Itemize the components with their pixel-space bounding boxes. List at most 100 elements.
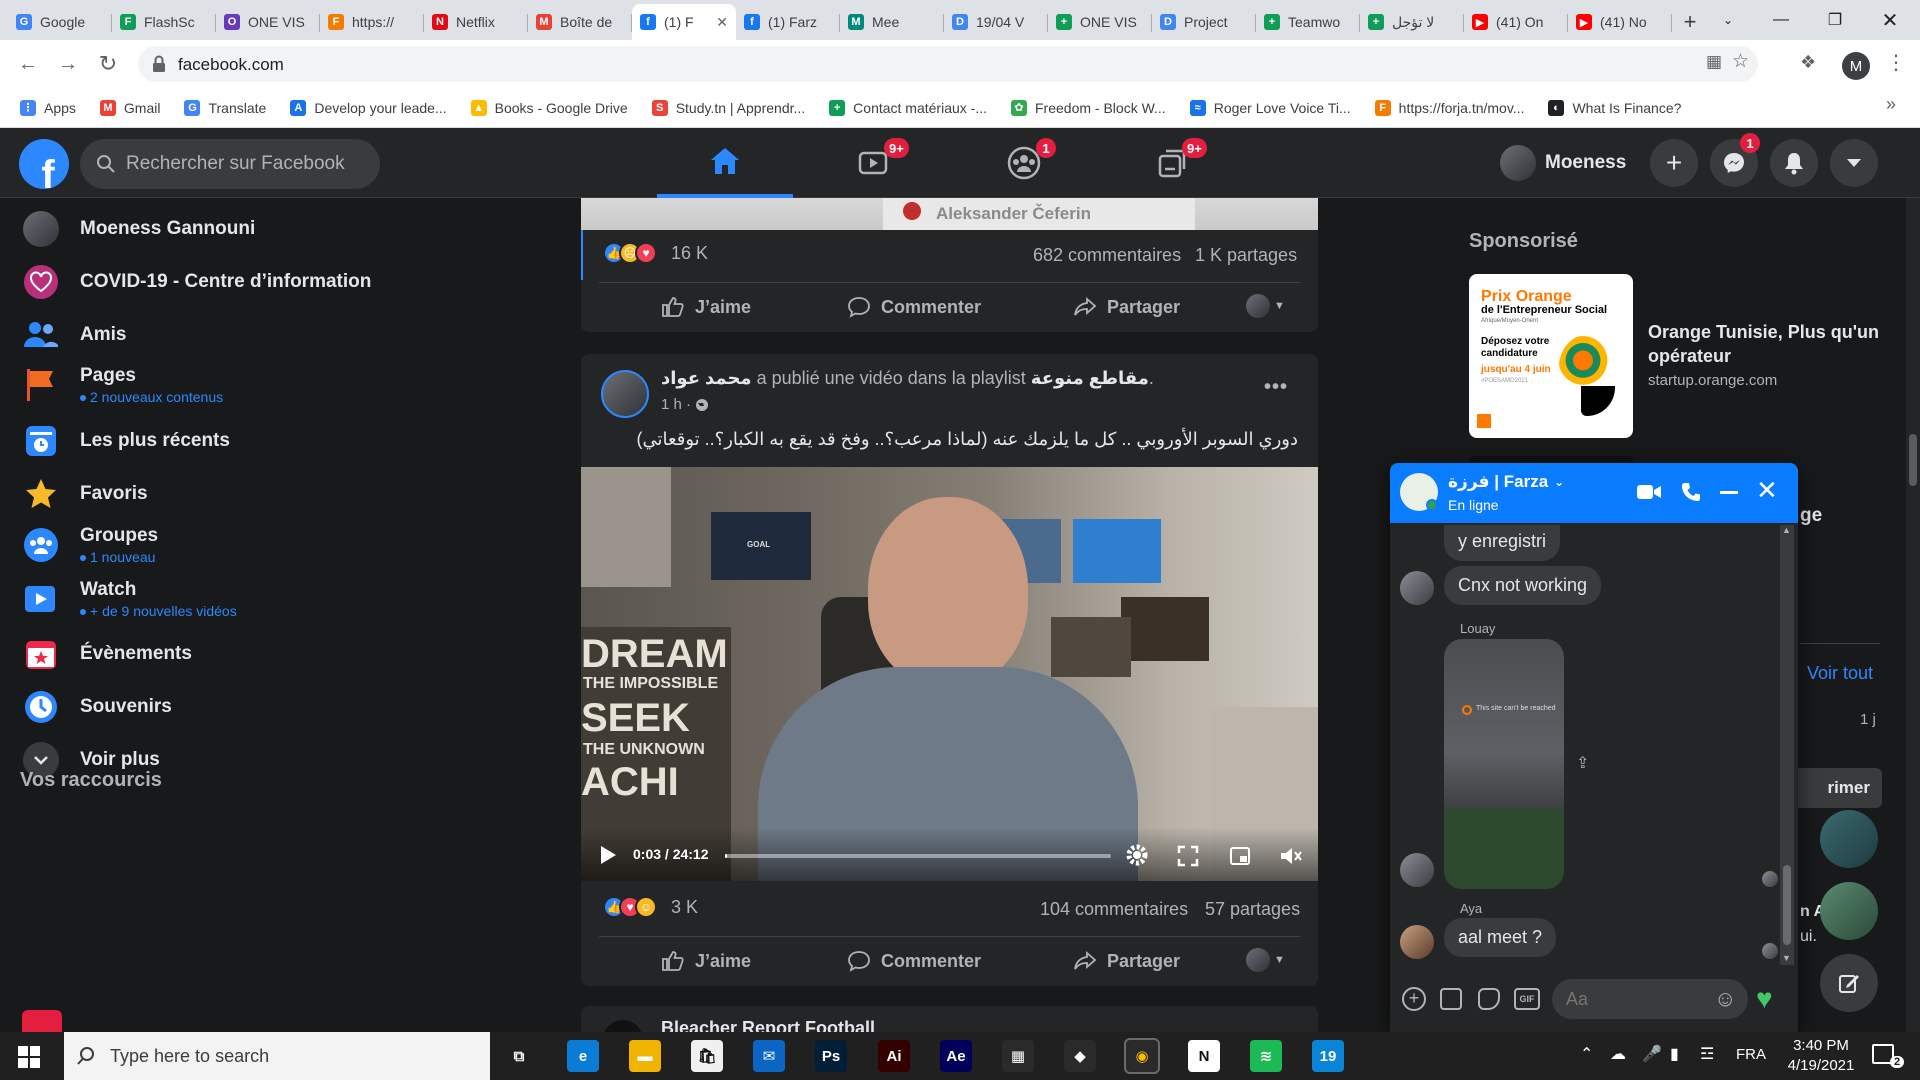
emoji-icon[interactable]: ☺ <box>1714 986 1736 1012</box>
tab-groups[interactable]: 1 <box>956 128 1092 198</box>
image-attachment[interactable]: This site can't be reached <box>1444 639 1564 889</box>
chat-scrollbar-thumb[interactable] <box>1783 865 1791 945</box>
tab-search-icon[interactable]: ⌄ <box>1700 0 1756 40</box>
bookmark-item[interactable]: Fhttps://forja.tn/mov... <box>1374 99 1524 116</box>
store-taskbar-icon[interactable]: 🛍 <box>691 1040 723 1072</box>
share-button[interactable]: Partager <box>1073 939 1180 983</box>
browser-tab[interactable]: ▶ (41) No <box>1568 4 1672 40</box>
browser-tab[interactable]: f (1) F ✕ <box>632 4 736 40</box>
app-colors-taskbar-icon[interactable]: ▦ <box>1002 1040 1034 1072</box>
tab-gaming[interactable]: 9+ <box>1104 128 1240 198</box>
photo-icon[interactable] <box>1440 988 1462 1010</box>
video-call-button[interactable] <box>1636 482 1662 507</box>
bookmark-item[interactable]: G Translate <box>184 99 266 116</box>
close-window-button[interactable]: ✕ <box>1862 0 1918 40</box>
see-all-link[interactable]: Voir tout <box>1807 663 1873 684</box>
more-actions-icon[interactable]: + <box>1402 987 1426 1011</box>
account-menu-button[interactable] <box>1830 139 1878 187</box>
notion-taskbar-icon[interactable]: N <box>1188 1040 1220 1072</box>
bookmark-item[interactable]: ◐ What Is Finance? <box>1548 99 1681 116</box>
scroll-down-icon[interactable]: ▼ <box>1782 953 1791 963</box>
bookmark-item[interactable]: A Develop your leade... <box>290 99 447 116</box>
audience-selector[interactable]: ▼ <box>1246 948 1285 972</box>
author-avatar[interactable] <box>603 1020 643 1032</box>
illustrator-taskbar-icon[interactable]: Ai <box>878 1040 910 1072</box>
bookmark-star-icon[interactable]: ☆ <box>1732 50 1749 73</box>
minimize-chat-button[interactable] <box>1720 491 1738 494</box>
close-chat-button[interactable]: ✕ <box>1756 477 1778 503</box>
battery-icon[interactable]: ▮ <box>1670 1044 1679 1064</box>
fullscreen-button[interactable] <box>1177 845 1199 872</box>
photoshop-taskbar-icon[interactable]: Ps <box>815 1040 847 1072</box>
bookmark-item[interactable]: ▲ Books - Google Drive <box>470 99 628 116</box>
browser-tab[interactable]: N Netflix <box>424 4 528 40</box>
ad-image[interactable]: Prix Orange de l'Entrepreneur Social Afr… <box>1469 274 1633 438</box>
sender-avatar[interactable] <box>1400 925 1434 959</box>
share-count[interactable]: 57 partages <box>1205 899 1300 920</box>
share-count[interactable]: 1 K partages <box>1195 245 1297 266</box>
voice-call-button[interactable] <box>1680 481 1702 508</box>
facebook-logo[interactable]: f <box>19 139 69 189</box>
onedrive-icon[interactable]: ☁ <box>1610 1044 1626 1064</box>
play-button[interactable] <box>599 845 617 870</box>
browser-tab[interactable]: D 19/04 V <box>944 4 1048 40</box>
browser-tab[interactable]: O ONE VIS <box>216 4 320 40</box>
heart-send-icon[interactable]: ♥ <box>1756 985 1773 1013</box>
sender-avatar[interactable] <box>1400 571 1434 605</box>
reload-button[interactable]: ↻ <box>94 50 122 78</box>
app-red-taskbar-icon[interactable]: ◆ <box>1064 1040 1096 1072</box>
profile-chip[interactable]: Moeness <box>1500 142 1626 184</box>
facebook-search-box[interactable] <box>80 139 380 189</box>
after-effects-taskbar-icon[interactable]: Ae <box>940 1040 972 1072</box>
mute-button[interactable] <box>1279 845 1303 872</box>
create-button[interactable]: + <box>1650 139 1698 187</box>
page-scrollbar-thumb[interactable] <box>1909 434 1917 486</box>
pip-button[interactable] <box>1229 845 1251 872</box>
clock[interactable]: 3:40 PM 4/19/2021 <box>1776 1036 1866 1076</box>
chrome-menu-icon[interactable]: ⋮ <box>1886 50 1906 75</box>
browser-tab[interactable]: + ONE VIS <box>1048 4 1152 40</box>
language-indicator[interactable]: FRA <box>1736 1046 1766 1063</box>
browser-tab[interactable]: ▶ (41) On <box>1464 4 1568 40</box>
chat-scrollbar[interactable]: ▲ ▼ <box>1780 525 1794 965</box>
scroll-up-icon[interactable]: ▲ <box>1782 525 1791 535</box>
sidebar-item[interactable]: Groupes 1 nouveau <box>10 514 390 576</box>
comment-button[interactable]: Commenter <box>847 285 981 329</box>
start-button[interactable] <box>18 1046 40 1073</box>
post-time[interactable]: 1 h · <box>661 396 691 413</box>
chat-title[interactable]: فرزة | Farza ⌄ <box>1448 472 1564 492</box>
close-tab-icon[interactable]: ✕ <box>716 14 728 31</box>
minimize-window-button[interactable]: — <box>1753 0 1809 40</box>
bookmark-item[interactable]: ⋮ Apps <box>20 99 76 116</box>
bookmark-item[interactable]: + Contact matériaux -... <box>829 99 987 116</box>
like-button[interactable]: J’aime <box>661 285 751 329</box>
task-view-taskbar-icon[interactable]: ⧉ <box>503 1040 535 1072</box>
search-input[interactable] <box>126 153 366 175</box>
ad-domain[interactable]: startup.orange.com <box>1648 372 1777 389</box>
author-name[interactable]: Bleacher Report Football <box>661 1018 875 1032</box>
gif-icon[interactable]: GIF <box>1514 988 1540 1010</box>
post-image[interactable]: Aleksander Čeferin <box>581 198 1318 230</box>
sticker-icon[interactable] <box>1478 988 1500 1010</box>
translate-page-icon[interactable]: ▦ <box>1706 52 1722 72</box>
sender-avatar[interactable] <box>1400 853 1434 887</box>
video-progress-bar[interactable] <box>725 854 1111 858</box>
extensions-puzzle-icon[interactable]: ❖ <box>1800 52 1816 73</box>
shortcut-thumbnail[interactable] <box>22 1010 62 1032</box>
video-player[interactable]: GOAL DREAM THE IMPOSSIBLE SEEK THE UNKNO… <box>581 467 1318 881</box>
messenger-button[interactable]: 1 <box>1710 133 1760 187</box>
video-settings-button[interactable] <box>1125 843 1149 872</box>
browser-tab[interactable]: M Mee <box>840 4 944 40</box>
bookmark-item[interactable]: S Study.tn | Apprendr... <box>651 99 805 116</box>
bookmark-item[interactable]: ≈ Roger Love Voice Ti... <box>1189 99 1351 116</box>
browser-tab[interactable]: Fhttps:// <box>320 4 424 40</box>
edge-taskbar-icon[interactable]: e <box>567 1040 599 1072</box>
address-bar[interactable]: facebook.com ▦ ☆ <box>138 46 1758 82</box>
browser-tab[interactable]: F FlashSc <box>112 4 216 40</box>
playlist-link[interactable]: مقاطع منوعة <box>1031 368 1149 388</box>
page-scrollbar[interactable] <box>1906 198 1920 1032</box>
browser-tab[interactable]: G Google <box>8 4 112 40</box>
audience-selector[interactable]: ▼ <box>1246 294 1285 318</box>
share-attachment-icon[interactable]: ⇪ <box>1576 753 1589 773</box>
notifications-button[interactable] <box>1770 139 1818 187</box>
